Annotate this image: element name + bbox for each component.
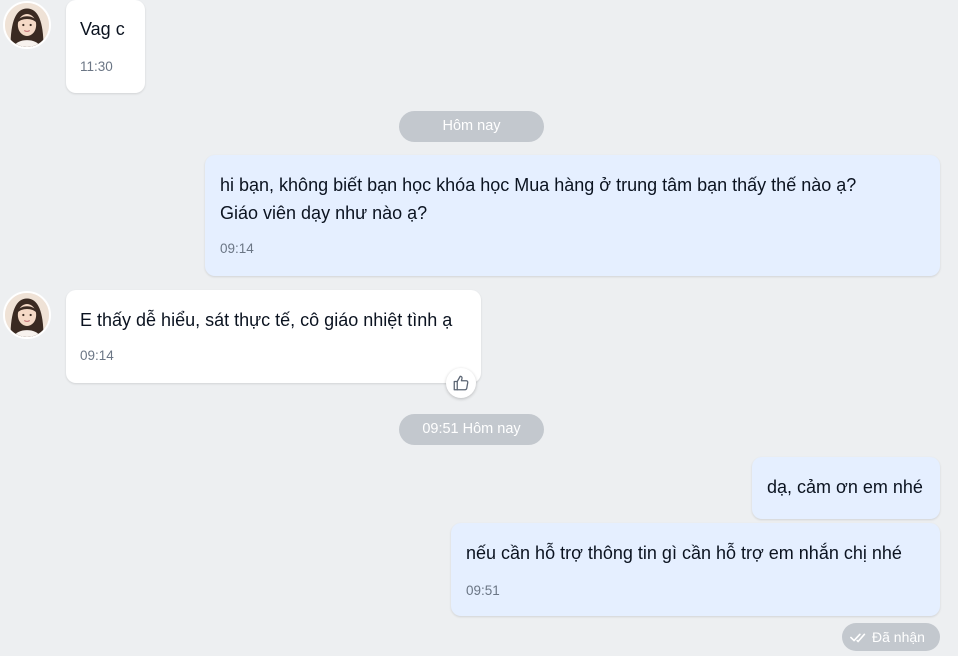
message-text-line: hi bạn, không biết bạn học khóa học Mua …	[220, 175, 857, 195]
message-time: 09:51	[466, 583, 500, 598]
message-time: 11:30	[80, 59, 113, 74]
message-text-line: Giáo viên dạy như nào ạ?	[220, 203, 428, 223]
message-text: nếu cần hỗ trợ thông tin gì cần hỗ trợ e…	[466, 543, 902, 563]
message-bubble-outgoing[interactable]: dạ, cảm ơn em nhé	[752, 457, 940, 519]
contact-avatar-image	[5, 293, 49, 337]
delivery-status-label: Đã nhận	[872, 629, 925, 645]
like-reaction-button[interactable]	[446, 368, 476, 398]
message-text: dạ, cảm ơn em nhé	[767, 477, 923, 497]
delivery-status-badge: Đã nhận	[842, 623, 940, 651]
message-bubble-outgoing[interactable]: nếu cần hỗ trợ thông tin gì cần hỗ trợ e…	[451, 523, 940, 616]
contact-avatar[interactable]	[3, 1, 51, 49]
message-text: E thấy dễ hiểu, sát thực tế, cô giáo nhi…	[80, 310, 453, 330]
double-check-icon	[850, 633, 866, 643]
message-bubble-incoming[interactable]: Vag c 11:30	[66, 0, 145, 93]
message-bubble-incoming[interactable]: E thấy dễ hiểu, sát thực tế, cô giáo nhi…	[66, 290, 481, 383]
contact-avatar[interactable]	[3, 291, 51, 339]
message-text: Vag c	[80, 19, 125, 39]
message-time: 09:14	[220, 241, 254, 256]
message-time: 09:14	[80, 348, 114, 363]
thumbs-up-icon	[453, 375, 469, 391]
message-bubble-outgoing[interactable]: hi bạn, không biết bạn học khóa học Mua …	[205, 155, 940, 276]
date-divider: Hôm nay	[399, 111, 544, 142]
time-divider: 09:51 Hôm nay	[399, 414, 544, 445]
contact-avatar-image	[5, 3, 49, 47]
